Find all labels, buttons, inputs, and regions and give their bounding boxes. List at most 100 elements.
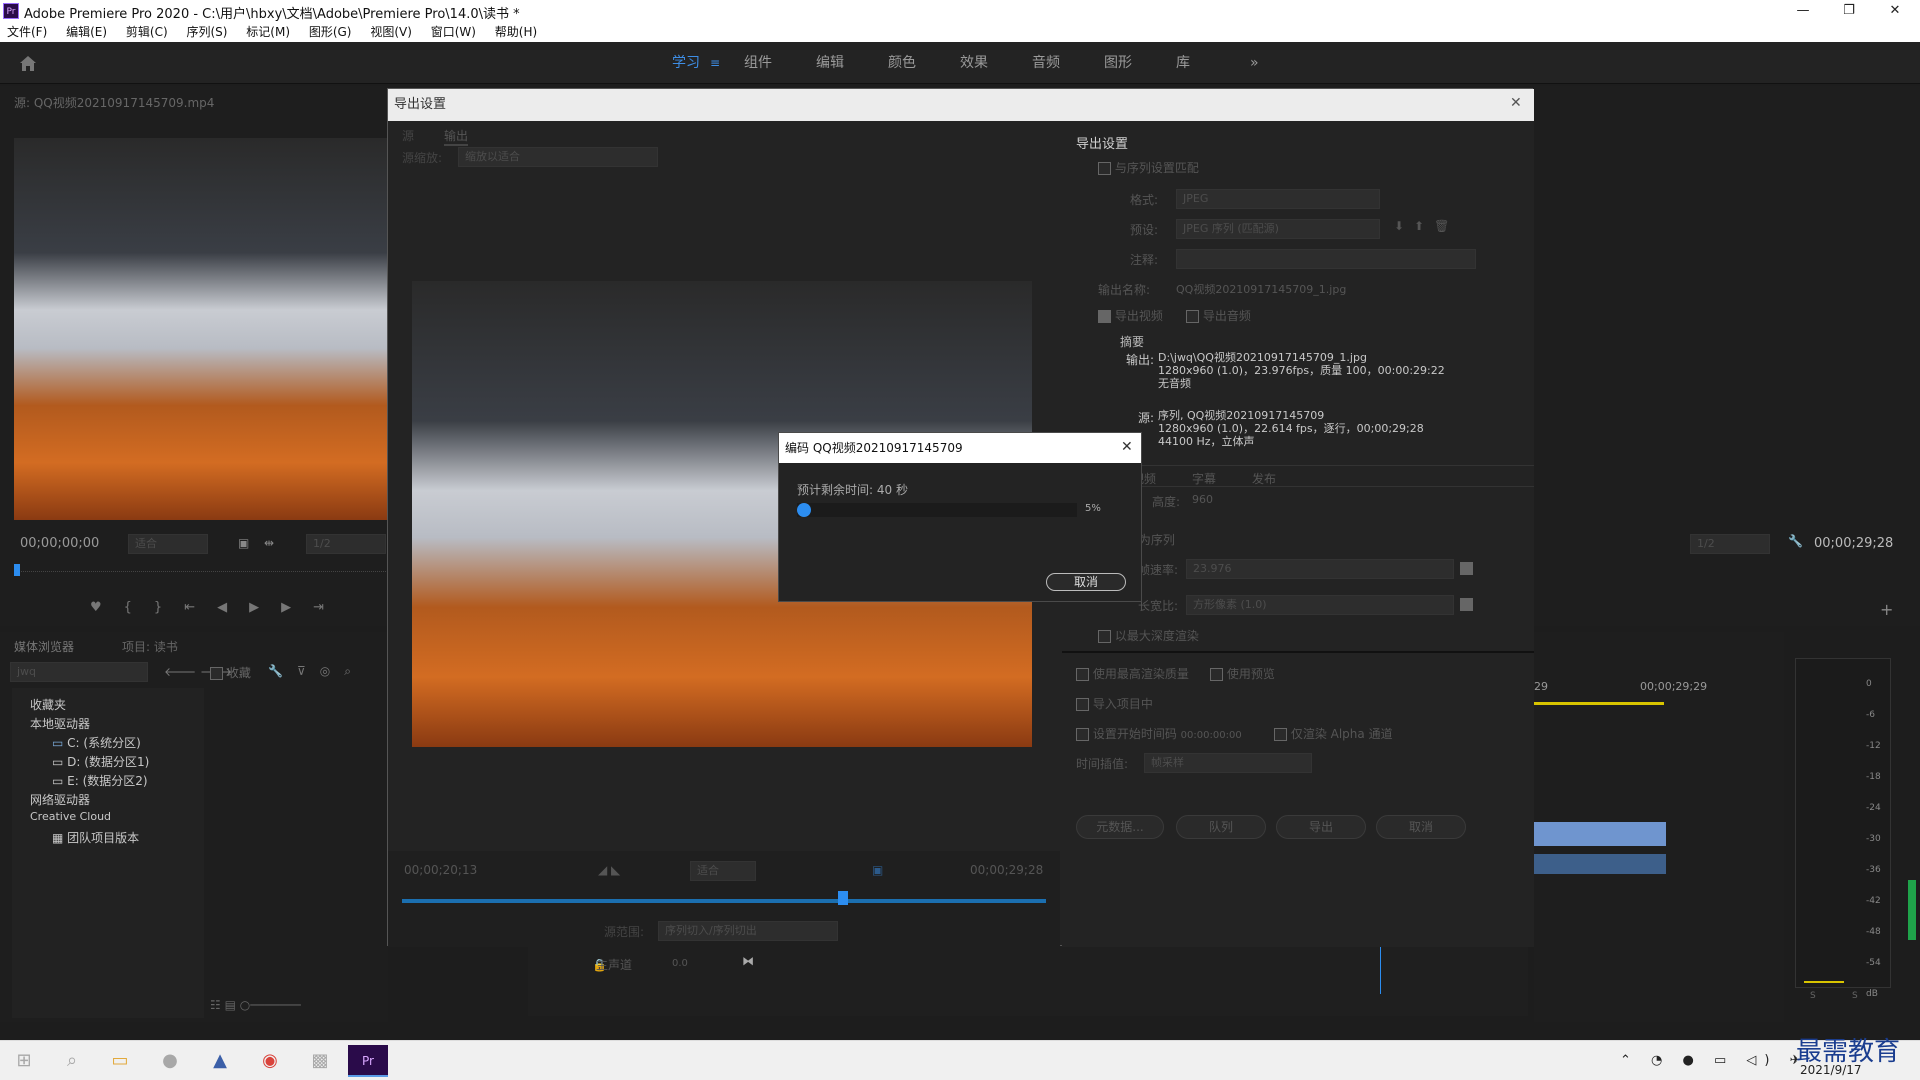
- program-timecode[interactable]: 00;00;29;28: [1814, 536, 1893, 551]
- favorites-checkbox[interactable]: 收藏: [210, 664, 251, 681]
- menu-help[interactable]: 帮助(H): [495, 22, 537, 42]
- source-scale-select[interactable]: 缩放以适合: [458, 147, 658, 167]
- export-audio-checkbox[interactable]: 导出音频: [1186, 307, 1251, 324]
- menu-markers[interactable]: 标记(M): [246, 22, 290, 42]
- menu-sequence[interactable]: 序列(S): [186, 22, 227, 42]
- tree-local-drives[interactable]: 本地驱动器: [30, 715, 90, 732]
- aspect-select[interactable]: 方形像素 (1.0): [1186, 595, 1454, 615]
- more-workspaces-icon[interactable]: »: [1250, 42, 1259, 84]
- queue-button[interactable]: 队列: [1176, 815, 1266, 839]
- framerate-select[interactable]: 23.976: [1186, 559, 1454, 579]
- workspace-effects[interactable]: 效果: [960, 42, 988, 84]
- start-timecode-checkbox[interactable]: 设置开始时间码 00:00:00:00: [1076, 725, 1242, 742]
- tab-project[interactable]: 项目: 读书: [122, 638, 178, 655]
- maximize-button[interactable]: ❐: [1834, 1, 1864, 21]
- tree-network-drives[interactable]: 网络驱动器: [30, 791, 90, 808]
- mark-in-out-icon[interactable]: ◢ ◣: [598, 863, 620, 877]
- menu-edit[interactable]: 编辑(E): [66, 22, 107, 42]
- master-level[interactable]: 0.0: [672, 958, 688, 969]
- workspace-graphics[interactable]: 图形: [1104, 42, 1132, 84]
- source-range-select[interactable]: 序列切入/序列切出: [658, 921, 838, 941]
- tab-source[interactable]: 源: [402, 127, 414, 144]
- source-fit-select[interactable]: 适合: [128, 534, 208, 554]
- use-preview-checkbox[interactable]: 使用预览: [1210, 665, 1275, 682]
- tree-drive-c[interactable]: ▭ C: (系统分区): [52, 734, 141, 751]
- go-to-end-icon[interactable]: ⧓: [742, 954, 754, 968]
- max-depth-checkbox[interactable]: 以最大深度渲染: [1098, 627, 1199, 644]
- menu-file[interactable]: 文件(F): [7, 22, 47, 42]
- output-name-link[interactable]: QQ视频20210917145709_1.jpg: [1176, 281, 1346, 297]
- alpha-only-checkbox[interactable]: 仅渲染 Alpha 通道: [1274, 725, 1393, 742]
- workspace-assembly[interactable]: 组件: [744, 42, 772, 84]
- workspace-libraries[interactable]: 库: [1176, 42, 1190, 84]
- tab-publish[interactable]: 发布: [1252, 470, 1276, 487]
- menu-graphics[interactable]: 图形(G): [309, 22, 352, 42]
- program-ratio-select[interactable]: 1/2: [1690, 534, 1770, 554]
- match-sequence-checkbox[interactable]: 与序列设置匹配: [1098, 159, 1199, 176]
- browser-tools-icon[interactable]: 🔧⊽◎⌕: [268, 664, 365, 679]
- menu-view[interactable]: 视图(V): [370, 22, 412, 42]
- aspect-toggle-icon[interactable]: ▣: [872, 863, 883, 877]
- workspace-menu-icon[interactable]: ≡: [710, 56, 720, 70]
- home-icon[interactable]: [18, 54, 38, 72]
- workspace-audio[interactable]: 音频: [1032, 42, 1060, 84]
- photo-app-icon[interactable]: ▲: [200, 1045, 240, 1077]
- preset-select[interactable]: JPEG 序列 (匹配源): [1176, 219, 1380, 239]
- tab-media-browser[interactable]: 媒体浏览器: [14, 638, 74, 655]
- video-clip[interactable]: [1534, 822, 1666, 846]
- timeline-playhead[interactable]: [1380, 946, 1381, 994]
- menu-window[interactable]: 窗口(W): [431, 22, 476, 42]
- source-ratio-select[interactable]: 1/2: [306, 534, 386, 554]
- aspect-override-checkbox[interactable]: [1460, 597, 1473, 611]
- image-viewer-icon[interactable]: ▩: [300, 1045, 340, 1077]
- tree-drive-d[interactable]: ▭ D: (数据分区1): [52, 753, 149, 770]
- export-video-checkbox[interactable]: 导出视频: [1098, 307, 1163, 324]
- wrench-icon[interactable]: 🔧: [1788, 534, 1803, 548]
- add-button-icon[interactable]: +: [1880, 600, 1893, 619]
- tab-output[interactable]: 输出: [444, 127, 469, 146]
- source-timecode[interactable]: 00;00;00;00: [20, 536, 99, 551]
- workspace-editing[interactable]: 编辑: [816, 42, 844, 84]
- max-quality-checkbox[interactable]: 使用最高渲染质量: [1076, 665, 1189, 682]
- browser-search-input[interactable]: jwq: [10, 662, 148, 682]
- interp-select[interactable]: 帧采样: [1144, 753, 1312, 773]
- tree-team-projects[interactable]: ▦ 团队项目版本: [52, 829, 139, 846]
- solo-right-button[interactable]: S: [1852, 991, 1858, 1001]
- summary-header[interactable]: 摘要: [1120, 333, 1144, 350]
- source-playhead[interactable]: [14, 564, 20, 576]
- framerate-override-checkbox[interactable]: [1460, 561, 1473, 575]
- minimize-button[interactable]: —: [1788, 1, 1818, 21]
- preview-scrub-bar[interactable]: [402, 899, 1046, 903]
- export-button[interactable]: 导出: [1276, 815, 1366, 839]
- source-transport-controls[interactable]: ♥{}⇤◀▶▶⇥: [90, 600, 346, 615]
- insert-icon[interactable]: ⇹: [264, 536, 274, 550]
- source-time-ruler[interactable]: [14, 562, 388, 572]
- import-project-checkbox[interactable]: 导入项目中: [1076, 695, 1153, 712]
- file-explorer-icon[interactable]: ▭: [100, 1045, 140, 1077]
- encoding-close-icon[interactable]: ✕: [1121, 439, 1133, 455]
- windows-start-icon[interactable]: ⊞: [4, 1045, 44, 1077]
- view-toggle-icon[interactable]: ☷ ▤ ○───────: [210, 998, 301, 1012]
- tree-favorites[interactable]: 收藏夹: [30, 696, 66, 713]
- audio-clip[interactable]: [1534, 854, 1666, 874]
- solo-left-button[interactable]: S: [1810, 991, 1816, 1001]
- preview-playhead[interactable]: [838, 891, 848, 905]
- tree-creative-cloud[interactable]: Creative Cloud: [30, 810, 111, 823]
- height-value[interactable]: 960: [1192, 493, 1213, 506]
- preview-fit-select[interactable]: 适合: [690, 861, 756, 881]
- search-icon[interactable]: ⌕: [52, 1045, 92, 1077]
- clock-date[interactable]: 2021/9/17: [1800, 1063, 1862, 1077]
- tc-out[interactable]: 00;00;29;28: [970, 863, 1043, 877]
- dialog-close-icon[interactable]: ✕: [1510, 95, 1522, 111]
- qq-icon[interactable]: ●: [150, 1045, 190, 1077]
- workspace-color[interactable]: 颜色: [888, 42, 916, 84]
- safe-margins-icon[interactable]: ▣: [238, 536, 249, 550]
- work-area-bar[interactable]: [1534, 702, 1664, 705]
- export-settings-header[interactable]: 导出设置: [1076, 133, 1128, 152]
- comment-input[interactable]: [1176, 249, 1476, 269]
- tree-drive-e[interactable]: ▭ E: (数据分区2): [52, 772, 148, 789]
- tc-in[interactable]: 00;00;20;13: [404, 863, 477, 877]
- chrome-icon[interactable]: ◉: [250, 1045, 290, 1077]
- menu-clip[interactable]: 剪辑(C): [126, 22, 168, 42]
- preset-actions-icon[interactable]: ⬇⬆🗑: [1394, 219, 1459, 233]
